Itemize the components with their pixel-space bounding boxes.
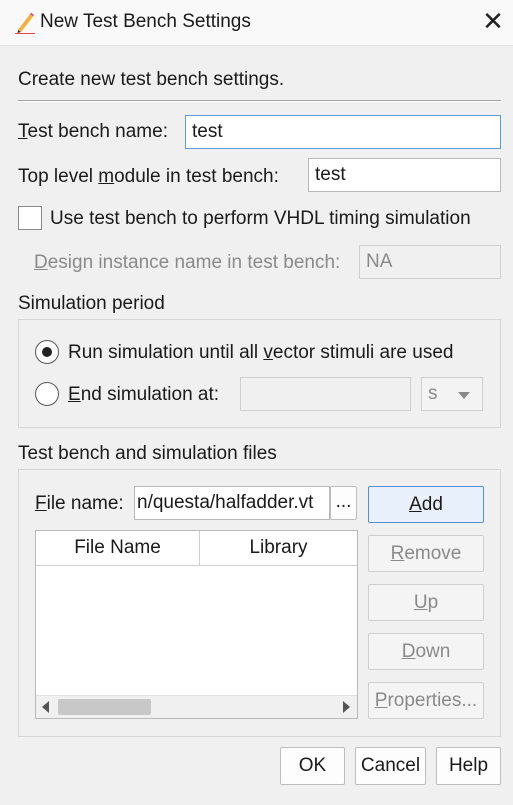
divider bbox=[18, 100, 501, 102]
scroll-left-icon[interactable] bbox=[42, 701, 49, 713]
run-until-radio[interactable] bbox=[35, 340, 59, 364]
time-unit-value: s bbox=[428, 383, 438, 404]
top-level-module-input[interactable]: test bbox=[308, 158, 501, 192]
down-button[interactable]: Down bbox=[368, 633, 484, 670]
vhdl-timing-checkbox[interactable] bbox=[18, 206, 42, 230]
horizontal-scrollbar[interactable] bbox=[36, 695, 357, 718]
ok-button[interactable]: OK bbox=[280, 747, 345, 785]
top-level-module-label: Top level module in test bench: bbox=[18, 166, 279, 187]
pencil-icon bbox=[14, 10, 36, 34]
scroll-thumb[interactable] bbox=[58, 699, 151, 715]
simulation-period-group bbox=[18, 319, 501, 428]
test-bench-name-label: Test bench name: bbox=[18, 121, 168, 142]
file-name-input[interactable]: n/questa/halfadder.vt bbox=[134, 486, 330, 520]
window-title: New Test Bench Settings bbox=[40, 11, 251, 32]
vhdl-timing-label: Use test bench to perform VHDL timing si… bbox=[50, 208, 471, 229]
end-at-input[interactable] bbox=[240, 377, 411, 411]
up-button[interactable]: Up bbox=[368, 584, 484, 621]
properties-button[interactable]: Properties... bbox=[368, 682, 484, 719]
scroll-right-icon[interactable] bbox=[343, 701, 350, 713]
test-bench-name-input[interactable]: test bbox=[185, 115, 501, 149]
column-header-library[interactable]: Library bbox=[200, 531, 357, 566]
column-header-file-name[interactable]: File Name bbox=[36, 531, 200, 566]
end-at-label: End simulation at: bbox=[68, 384, 220, 405]
close-icon[interactable]: ✕ bbox=[478, 6, 508, 36]
remove-button[interactable]: Remove bbox=[368, 535, 484, 572]
browse-button[interactable]: ... bbox=[330, 486, 357, 520]
chevron-down-icon bbox=[458, 392, 470, 399]
design-instance-label: Design instance name in test bench: bbox=[34, 252, 341, 273]
time-unit-select[interactable]: s bbox=[421, 377, 483, 411]
run-until-label: Run simulation until all vector stimuli … bbox=[68, 342, 454, 363]
cancel-button[interactable]: Cancel bbox=[355, 747, 426, 785]
help-button[interactable]: Help bbox=[436, 747, 501, 785]
simulation-period-heading: Simulation period bbox=[18, 293, 165, 314]
file-name-label: File name: bbox=[35, 493, 124, 514]
add-button[interactable]: Add bbox=[368, 486, 484, 523]
end-at-radio[interactable] bbox=[35, 382, 59, 406]
intro-text: Create new test bench settings. bbox=[18, 69, 285, 90]
file-table[interactable]: File Name Library bbox=[35, 530, 358, 719]
design-instance-input[interactable]: NA bbox=[359, 245, 501, 279]
files-heading: Test bench and simulation files bbox=[18, 443, 277, 464]
